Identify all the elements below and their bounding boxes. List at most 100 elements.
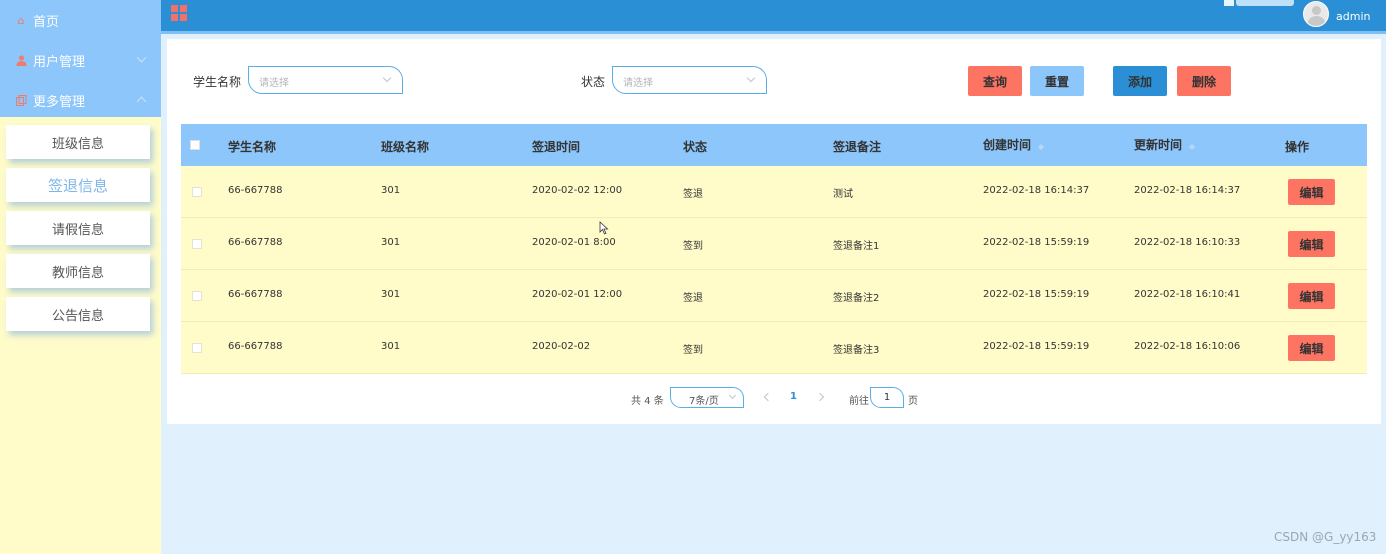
student-name-label: 学生名称	[193, 75, 242, 89]
select-placeholder: 请选择	[259, 78, 289, 89]
topbar: admin	[161, 0, 1386, 34]
row-checkbox[interactable]	[192, 239, 202, 249]
prev-page-icon[interactable]	[763, 392, 773, 402]
sub-menu: 班级信息 签退信息 请假信息 教师信息 公告信息	[0, 117, 161, 331]
cell-student: 66-667788	[228, 341, 283, 352]
cell-class: 301	[381, 341, 401, 352]
cell-class: 301	[381, 185, 401, 196]
cell-created: 2022-02-18 16:14:37	[983, 185, 1090, 196]
sort-icon[interactable]	[1188, 141, 1196, 151]
cell-created: 2022-02-18 15:59:19	[983, 341, 1090, 352]
edit-button[interactable]: 编辑	[1288, 335, 1335, 361]
menu-item-more-management[interactable]: 更多管理	[0, 80, 161, 120]
page-size-value: 7条/页	[689, 396, 719, 407]
sidebar-menu: ⌂ 首页 用户管理 更多管理	[0, 0, 161, 117]
copy-icon	[15, 94, 27, 106]
cell-time: 2020-02-02 12:00	[532, 185, 623, 196]
menu-label: 首页	[33, 14, 60, 30]
sub-item-teacher-info[interactable]: 教师信息	[6, 254, 150, 288]
mouse-cursor-icon	[599, 221, 609, 235]
table-row: 66-667788 301 2020-02-01 12:00 签退 签退备注2 …	[181, 270, 1367, 322]
main-panel: 学生名称 请选择 状态 请选择 查询 重置 添加 删除 学生名称 班级名称 签退…	[167, 39, 1381, 424]
student-name-select[interactable]: 请选择	[248, 66, 403, 94]
chevron-down-icon	[746, 73, 756, 83]
edit-button[interactable]: 编辑	[1288, 231, 1335, 257]
cell-class: 301	[381, 289, 401, 300]
goto-page-input[interactable]: 1	[870, 387, 904, 408]
sidebar: ⌂ 首页 用户管理 更多管理 班级信息 签退信息 请假信息 教师信息 公告信息	[0, 0, 161, 554]
pagination: 共 4 条 7条/页 1 前往 1 页	[167, 387, 1381, 409]
cell-updated: 2022-02-18 16:10:06	[1134, 341, 1241, 352]
cell-note: 签退备注2	[833, 293, 880, 304]
header-updated-label: 更新时间	[1134, 138, 1183, 152]
query-button[interactable]: 查询	[968, 66, 1022, 96]
table-row: 66-667788 301 2020-02-01 8:00 签到 签退备注1 2…	[181, 218, 1367, 270]
menu-item-home[interactable]: ⌂ 首页	[0, 0, 161, 40]
header-signout-note: 签退备注	[833, 140, 882, 154]
cell-note: 签退备注1	[833, 241, 880, 252]
signout-table: 学生名称 班级名称 签退时间 状态 签退备注 创建时间 更新时间 操作 66-6…	[181, 124, 1367, 374]
row-checkbox[interactable]	[192, 187, 202, 197]
cell-updated: 2022-02-18 16:10:41	[1134, 289, 1241, 300]
sub-item-signout-info[interactable]: 签退信息	[6, 168, 150, 202]
cell-student: 66-667788	[228, 185, 283, 196]
cell-updated: 2022-02-18 16:10:33	[1134, 237, 1241, 248]
edit-button[interactable]: 编辑	[1288, 283, 1335, 309]
header-status: 状态	[683, 140, 708, 154]
cell-status: 签到	[683, 241, 703, 252]
sub-item-notice-info[interactable]: 公告信息	[6, 297, 150, 331]
cell-created: 2022-02-18 15:59:19	[983, 237, 1090, 248]
chevron-down-icon	[382, 73, 392, 83]
table-row: 66-667788 301 2020-02-02 签到 签退备注3 2022-0…	[181, 322, 1367, 374]
home-icon: ⌂	[17, 13, 25, 27]
edit-button[interactable]: 编辑	[1288, 179, 1335, 205]
header-class-name: 班级名称	[381, 140, 430, 154]
header-actions: 操作	[1285, 140, 1310, 154]
select-all-checkbox[interactable]	[190, 140, 200, 150]
reset-button[interactable]: 重置	[1030, 66, 1084, 96]
cell-time: 2020-02-01 8:00	[532, 237, 616, 248]
cell-student: 66-667788	[228, 289, 283, 300]
cell-created: 2022-02-18 15:59:19	[983, 289, 1090, 300]
header-created-label: 创建时间	[983, 138, 1032, 152]
user-icon	[15, 54, 27, 66]
cell-time: 2020-02-01 12:00	[532, 289, 623, 300]
table-header: 学生名称 班级名称 签退时间 状态 签退备注 创建时间 更新时间 操作	[181, 124, 1367, 166]
watermark: CSDN @G_yy163	[1274, 530, 1377, 544]
cell-status: 签退	[683, 293, 703, 304]
grid-menu-icon[interactable]	[171, 5, 187, 21]
top-badge[interactable]	[1224, 0, 1294, 6]
cell-note: 签退备注3	[833, 345, 880, 356]
cell-class: 301	[381, 237, 401, 248]
status-select[interactable]: 请选择	[612, 66, 767, 94]
goto-label: 前往	[849, 396, 869, 407]
row-checkbox[interactable]	[192, 343, 202, 353]
header-student-name: 学生名称	[228, 140, 277, 154]
next-page-icon[interactable]	[815, 392, 825, 402]
cell-note: 测试	[833, 189, 853, 200]
table-row: 66-667788 301 2020-02-02 12:00 签退 测试 202…	[181, 166, 1367, 218]
delete-button[interactable]: 删除	[1177, 66, 1231, 96]
sub-item-class-info[interactable]: 班级信息	[6, 125, 150, 159]
page-suffix: 页	[908, 396, 918, 407]
status-label: 状态	[581, 75, 606, 89]
header-updated-time[interactable]: 更新时间	[1134, 136, 1196, 153]
avatar[interactable]	[1303, 1, 1329, 27]
menu-label: 更多管理	[33, 94, 86, 110]
pagination-total: 共 4 条	[631, 396, 664, 407]
sub-item-leave-info[interactable]: 请假信息	[6, 211, 150, 245]
add-button[interactable]: 添加	[1113, 66, 1167, 96]
sort-icon[interactable]	[1037, 141, 1045, 151]
page-number-current[interactable]: 1	[790, 391, 797, 402]
cell-status: 签到	[683, 345, 703, 356]
menu-item-user-management[interactable]: 用户管理	[0, 40, 161, 80]
cell-updated: 2022-02-18 16:14:37	[1134, 185, 1241, 196]
header-signout-time: 签退时间	[532, 140, 581, 154]
username[interactable]: admin	[1336, 10, 1370, 23]
page-size-select[interactable]: 7条/页	[670, 387, 744, 408]
select-placeholder: 请选择	[623, 78, 653, 89]
row-checkbox[interactable]	[192, 291, 202, 301]
header-created-time[interactable]: 创建时间	[983, 136, 1045, 153]
cell-time: 2020-02-02	[532, 341, 591, 352]
menu-label: 用户管理	[33, 54, 86, 70]
